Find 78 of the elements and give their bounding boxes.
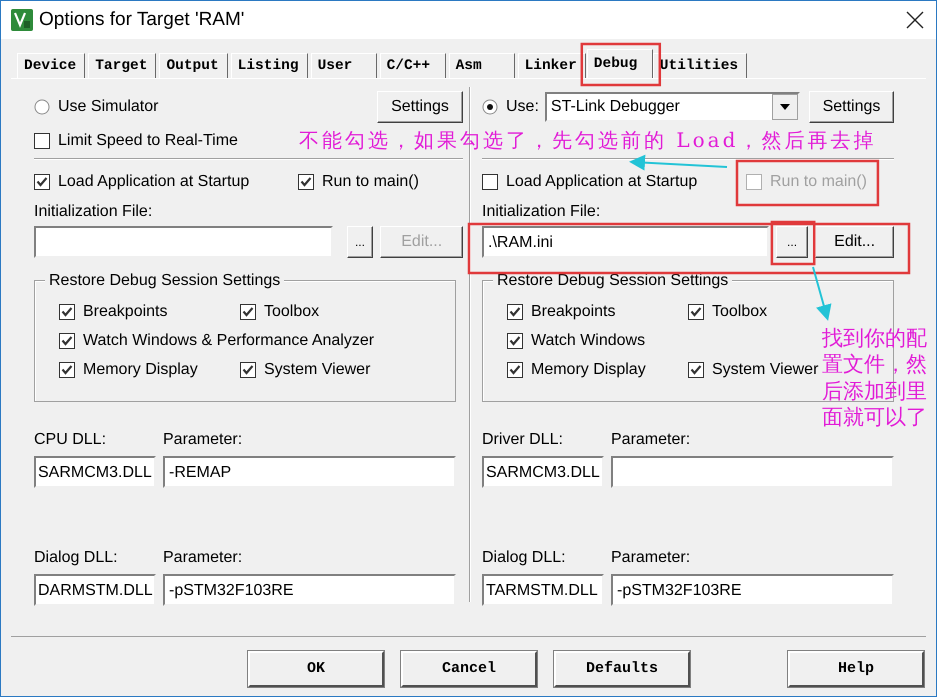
checkbox[interactable] <box>688 304 704 320</box>
checkbox-label[interactable]: Breakpoints <box>83 300 168 324</box>
checkbox[interactable] <box>240 362 256 378</box>
checkbox-label[interactable]: Run to main() <box>322 170 419 194</box>
dialog-button[interactable]: Cancel <box>401 651 537 687</box>
checkbox-label[interactable]: System Viewer <box>712 358 818 382</box>
tab[interactable]: Target <box>88 53 156 78</box>
annotation-note: 找到你的配置文件，然后添加到里面就可以了 <box>822 325 927 431</box>
browse-button[interactable]: ... <box>776 226 808 258</box>
checkbox-label[interactable]: Memory Display <box>531 358 646 382</box>
tab[interactable]: Utilities <box>652 53 748 78</box>
checkbox-label[interactable]: Breakpoints <box>531 300 616 324</box>
checkbox[interactable] <box>507 362 523 378</box>
dll-field[interactable]: SARMCM3.DLL <box>482 456 604 488</box>
app-icon <box>11 9 33 31</box>
radio-button[interactable] <box>482 99 498 115</box>
tab[interactable]: Linker <box>518 53 586 78</box>
radio-label[interactable]: Use: <box>506 95 539 119</box>
checkbox[interactable] <box>34 133 50 149</box>
checkbox-label[interactable]: Watch Windows & Performance Analyzer <box>83 328 374 352</box>
dialog-button[interactable]: OK <box>248 651 384 687</box>
parameter-field[interactable]: -REMAP <box>163 456 456 488</box>
settings-button[interactable]: Settings <box>377 91 463 123</box>
tab[interactable]: Debug <box>586 49 653 78</box>
settings-button[interactable]: Settings <box>808 91 894 123</box>
checkbox[interactable] <box>34 174 50 190</box>
parameter-field[interactable]: -pSTM32F103RE <box>611 574 894 606</box>
checkbox-label[interactable]: Load Application at Startup <box>506 170 698 194</box>
checkbox-label[interactable]: Memory Display <box>83 358 198 382</box>
parameter-field[interactable]: -pSTM32F103RE <box>163 574 456 606</box>
checkbox-label[interactable]: Load Application at Startup <box>58 170 250 194</box>
checkbox[interactable] <box>482 174 498 190</box>
field-label: Initialization File: <box>34 202 152 222</box>
field-label: Parameter: <box>163 430 242 450</box>
init-file-field[interactable] <box>34 226 333 258</box>
field-label: Parameter: <box>163 548 242 568</box>
tab[interactable]: User <box>310 53 377 78</box>
dll-field[interactable]: TARMSTM.DLL <box>482 574 604 606</box>
tab[interactable]: Asm <box>448 53 515 78</box>
arrow <box>812 266 832 321</box>
field-label: Parameter: <box>611 548 690 568</box>
radio-label[interactable]: Use Simulator <box>58 95 158 119</box>
tab[interactable]: Listing <box>230 53 308 78</box>
checkbox-label[interactable]: Limit Speed to Real-Time <box>58 129 238 153</box>
radio-button[interactable] <box>34 99 50 115</box>
edit-button[interactable]: Edit... <box>815 226 894 258</box>
close-icon[interactable] <box>906 11 924 29</box>
field-label: Initialization File: <box>482 202 600 222</box>
checkbox-label[interactable]: Toolbox <box>264 300 320 324</box>
checkbox[interactable] <box>688 362 704 378</box>
field-label: Dialog DLL: <box>34 548 119 568</box>
checkbox-label[interactable]: System Viewer <box>264 358 370 382</box>
tab[interactable]: C/C++ <box>380 53 446 78</box>
checkbox[interactable] <box>298 174 314 190</box>
dll-field[interactable]: DARMSTM.DLL <box>34 574 156 606</box>
tab[interactable]: Device <box>17 53 86 78</box>
checkbox[interactable] <box>59 304 75 320</box>
checkbox[interactable] <box>59 332 75 348</box>
checkbox[interactable] <box>507 304 523 320</box>
field-label: Driver DLL: <box>482 430 564 450</box>
field-label: Dialog DLL: <box>482 548 567 568</box>
browse-button[interactable]: ... <box>346 226 374 258</box>
dialog-button[interactable]: Help <box>788 651 924 687</box>
tab[interactable]: Output <box>159 53 228 78</box>
dialog-button[interactable]: Defaults <box>554 651 690 687</box>
checkbox[interactable] <box>240 304 256 320</box>
init-file-field[interactable]: .\RAM.ini <box>482 226 769 258</box>
field-label: Parameter: <box>611 430 690 450</box>
debugger-dropdown[interactable]: ST-Link Debugger <box>544 92 800 122</box>
checkbox[interactable] <box>507 332 523 348</box>
parameter-field[interactable] <box>611 456 894 488</box>
checkbox-label[interactable]: Watch Windows <box>531 328 646 352</box>
checkbox[interactable] <box>59 362 75 378</box>
window-title: Options for Target 'RAM' <box>39 8 244 32</box>
annotation-note: 不能勾选，如果勾选了，先勾选前的 Load，然后再去掉 <box>299 127 876 154</box>
checkbox-label[interactable]: Toolbox <box>712 300 768 324</box>
dll-field[interactable]: SARMCM3.DLL <box>34 456 156 488</box>
field-label: CPU DLL: <box>34 430 108 450</box>
